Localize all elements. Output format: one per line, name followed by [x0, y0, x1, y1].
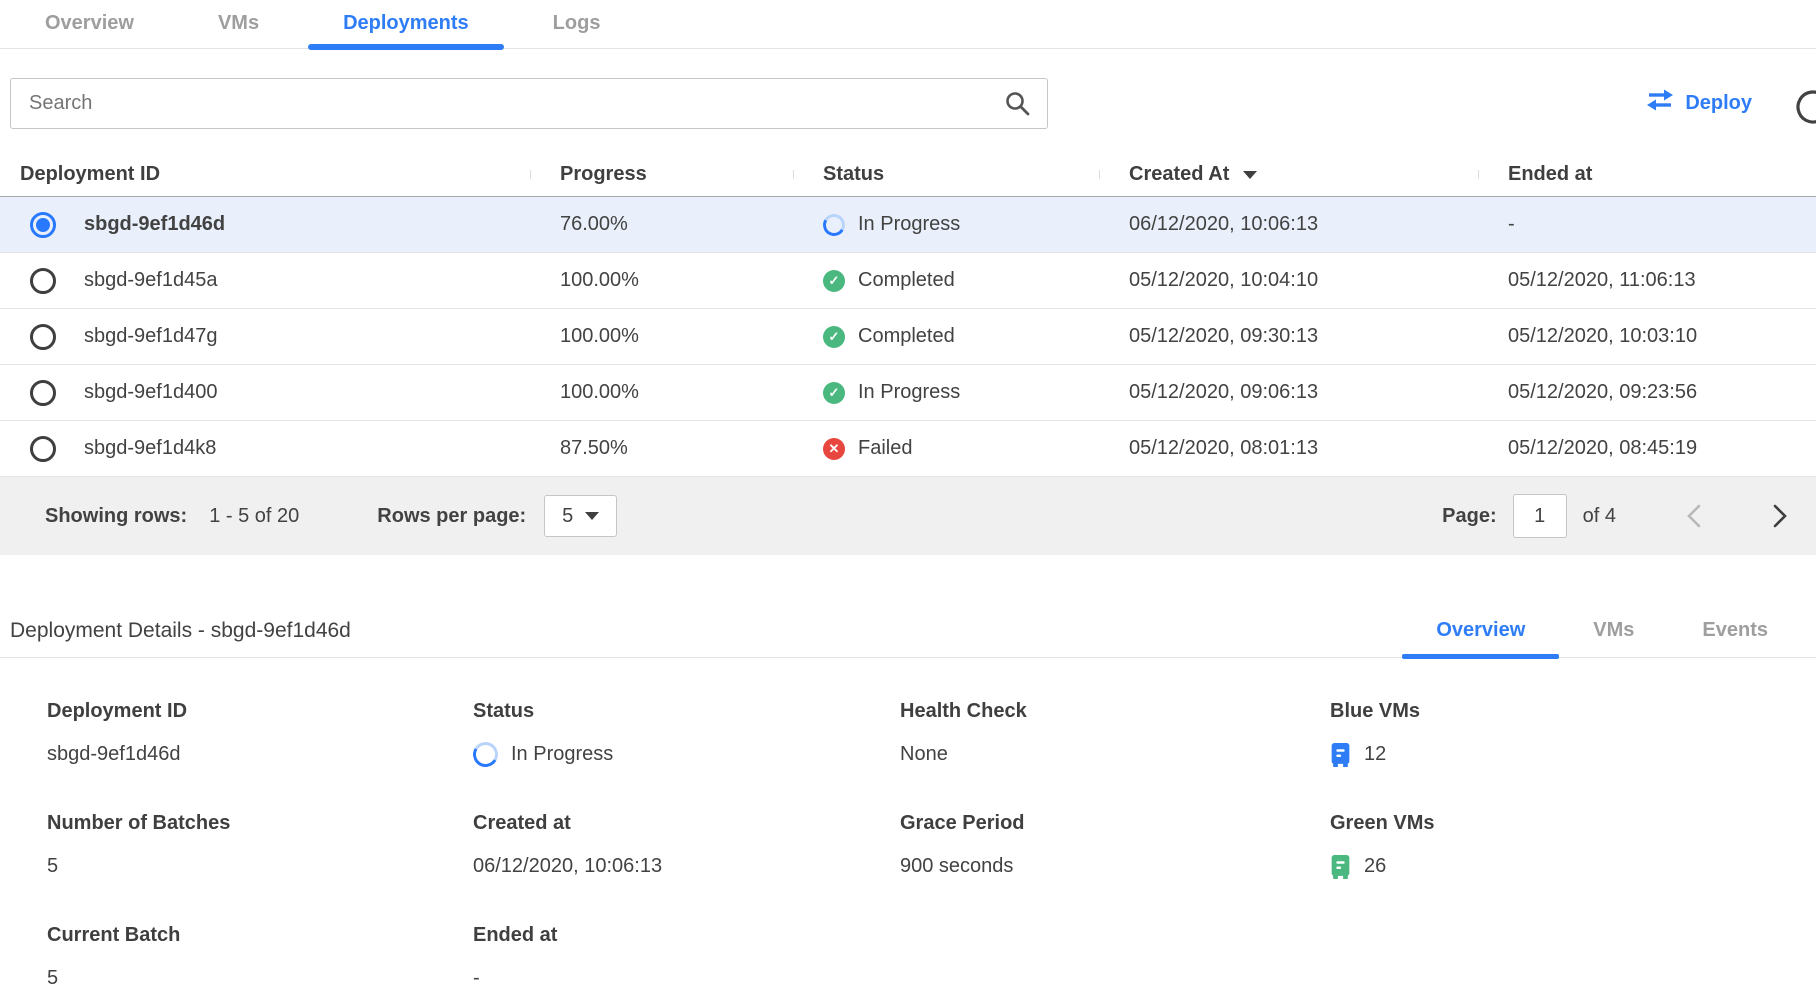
row-radio[interactable]: [30, 268, 56, 294]
column-header-status: Status: [793, 163, 1099, 186]
vm-server-icon: [1330, 854, 1351, 879]
progress-value: 100.00%: [530, 269, 793, 292]
table-row[interactable]: sbgd-9ef1d4k8 87.50% Failed 05/12/2020, …: [0, 421, 1816, 477]
details-tab-vms[interactable]: VMs: [1559, 619, 1668, 657]
previous-page-icon[interactable]: [1686, 503, 1702, 529]
created-at-value: 05/12/2020, 10:04:10: [1099, 269, 1478, 292]
status-check-icon: [823, 326, 845, 348]
search-box: [10, 78, 1048, 129]
deployments-table: Deployment ID Progress Status Created At…: [0, 153, 1816, 555]
deploy-button-label: Deploy: [1685, 92, 1752, 115]
field-number-of-batches: Number of Batches 5: [47, 812, 473, 880]
status-spinner-icon: [821, 211, 848, 238]
search-icon[interactable]: [1004, 90, 1031, 117]
showing-rows-value: 1 - 5 of 20: [209, 505, 299, 528]
column-header-progress: Progress: [530, 163, 793, 186]
rows-per-page-label: Rows per page:: [377, 505, 526, 528]
spacer: [0, 555, 1816, 602]
row-radio[interactable]: [30, 324, 56, 350]
page-total: of 4: [1583, 505, 1616, 528]
field-status: Status In Progress: [473, 700, 900, 768]
swap-arrows-icon: [1646, 89, 1674, 117]
pagination: Page: of 4: [1442, 494, 1788, 538]
status-check-icon: [823, 382, 845, 404]
field-current-batch: Current Batch 5: [47, 924, 473, 992]
ended-at-value: -: [1478, 213, 1816, 236]
status-label: In Progress: [858, 213, 960, 236]
details-tab-events[interactable]: Events: [1668, 619, 1802, 657]
ended-at-value: 05/12/2020, 08:45:19: [1478, 437, 1816, 460]
rows-per-page-select[interactable]: 5: [544, 495, 617, 537]
page-label: Page:: [1442, 505, 1496, 528]
deployment-id: sbgd-9ef1d47g: [84, 325, 217, 348]
field-blue-vms: Blue VMs 12: [1330, 700, 1760, 768]
status-spinner-icon: [470, 739, 501, 770]
field-ended-at: Ended at -: [473, 924, 900, 992]
details-tabs: Overview VMs Events: [1402, 619, 1802, 657]
details-grid: Deployment ID sbgd-9ef1d46d Status In Pr…: [47, 700, 1816, 992]
table-row[interactable]: sbgd-9ef1d46d 76.00% In Progress 06/12/2…: [0, 197, 1816, 253]
vm-server-icon: [1330, 742, 1351, 767]
deployment-id: sbgd-9ef1d400: [84, 381, 217, 404]
top-tabs: Overview VMs Deployments Logs: [0, 0, 1816, 49]
status-label: Completed: [858, 269, 955, 292]
ended-at-value: 05/12/2020, 09:23:56: [1478, 381, 1816, 404]
column-header-ended-at: Ended at: [1478, 163, 1816, 186]
chevron-down-icon: [585, 512, 599, 520]
status-label: Completed: [858, 325, 955, 348]
deploy-button[interactable]: Deploy: [1646, 89, 1752, 117]
ended-at-value: 05/12/2020, 11:06:13: [1478, 269, 1816, 292]
created-at-value: 05/12/2020, 09:06:13: [1099, 381, 1478, 404]
created-at-value: 05/12/2020, 08:01:13: [1099, 437, 1478, 460]
column-header-created-at[interactable]: Created At: [1099, 163, 1478, 186]
sort-desc-icon: [1243, 171, 1257, 179]
progress-value: 87.50%: [530, 437, 793, 460]
field-health-check: Health Check None: [900, 700, 1330, 768]
table-footer: Showing rows: 1 - 5 of 20 Rows per page:…: [0, 477, 1816, 555]
details-header: Deployment Details - sbgd-9ef1d46d Overv…: [0, 602, 1816, 658]
created-at-value: 06/12/2020, 10:06:13: [1099, 213, 1478, 236]
created-at-value: 05/12/2020, 09:30:13: [1099, 325, 1478, 348]
progress-value: 100.00%: [530, 381, 793, 404]
search-input[interactable]: [11, 92, 1004, 115]
row-radio-selected[interactable]: [30, 212, 56, 238]
row-radio[interactable]: [30, 436, 56, 462]
toolbar-row: Deploy: [0, 49, 1816, 153]
table-row[interactable]: sbgd-9ef1d400 100.00% In Progress 05/12/…: [0, 365, 1816, 421]
ended-at-value: 05/12/2020, 10:03:10: [1478, 325, 1816, 348]
deployment-id: sbgd-9ef1d46d: [84, 213, 225, 236]
column-header-deployment-id: Deployment ID: [0, 163, 530, 186]
showing-rows-label: Showing rows:: [45, 505, 187, 528]
details-title: Deployment Details - sbgd-9ef1d46d: [10, 619, 351, 643]
page-number-input[interactable]: [1513, 494, 1567, 538]
deployment-id: sbgd-9ef1d45a: [84, 269, 217, 292]
table-row[interactable]: sbgd-9ef1d47g 100.00% Completed 05/12/20…: [0, 309, 1816, 365]
status-error-icon: [823, 438, 845, 460]
status-label: Failed: [858, 437, 912, 460]
tab-logs[interactable]: Logs: [518, 0, 636, 48]
tab-deployments[interactable]: Deployments: [308, 0, 504, 48]
status-label: In Progress: [858, 381, 960, 404]
next-page-icon[interactable]: [1772, 503, 1788, 529]
progress-value: 100.00%: [530, 325, 793, 348]
deployment-id: sbgd-9ef1d4k8: [84, 437, 216, 460]
status-check-icon: [823, 270, 845, 292]
field-green-vms: Green VMs 26: [1330, 812, 1760, 880]
tab-vms[interactable]: VMs: [183, 0, 294, 48]
table-row[interactable]: sbgd-9ef1d45a 100.00% Completed 05/12/20…: [0, 253, 1816, 309]
field-grace-period: Grace Period 900 seconds: [900, 812, 1330, 880]
refresh-icon[interactable]: [1793, 87, 1816, 127]
table-header: Deployment ID Progress Status Created At…: [0, 153, 1816, 197]
row-radio[interactable]: [30, 380, 56, 406]
progress-value: 76.00%: [530, 213, 793, 236]
field-deployment-id: Deployment ID sbgd-9ef1d46d: [47, 700, 473, 768]
tab-overview[interactable]: Overview: [10, 0, 169, 48]
field-created-at: Created at 06/12/2020, 10:06:13: [473, 812, 900, 880]
details-tab-overview[interactable]: Overview: [1402, 619, 1559, 657]
rows-per-page-value: 5: [562, 505, 573, 528]
